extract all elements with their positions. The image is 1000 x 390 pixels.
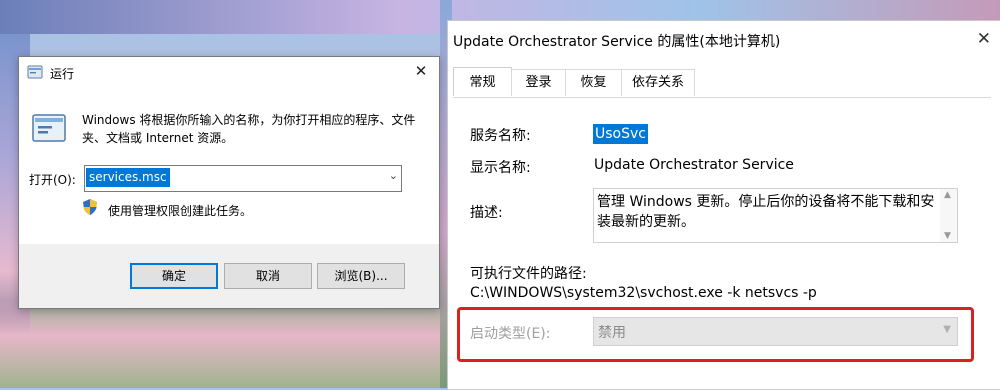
browse-button[interactable]: 浏览(B)...	[317, 263, 405, 289]
properties-title: Update Orchestrator Service 的属性(本地计算机)	[453, 34, 781, 50]
chevron-down-icon[interactable]: ⌄	[389, 169, 398, 182]
display-name-label: 显示名称:	[470, 160, 531, 176]
description-label: 描述:	[470, 205, 503, 221]
scroll-down-icon[interactable]: ▼	[944, 231, 951, 241]
cancel-button[interactable]: 取消	[224, 263, 312, 289]
tab-general[interactable]: 常规	[453, 67, 512, 96]
description-textbox[interactable]: 管理 Windows 更新。停止后你的设备将不能下载和安装最新的更新。 ▲ ▼	[593, 188, 958, 243]
description-value: 管理 Windows 更新。停止后你的设备将不能下载和安装最新的更新。	[597, 194, 935, 230]
uac-shield-icon	[83, 199, 97, 215]
run-description: Windows 将根据你所输入的名称，为你打开相应的程序、文件夹、文档或 Int…	[82, 113, 416, 145]
red-highlight-box	[457, 307, 974, 362]
tab-recovery[interactable]: 恢复	[565, 69, 622, 96]
ok-button[interactable]: 确定	[130, 263, 218, 289]
service-name-label: 服务名称:	[470, 128, 531, 144]
display-name-value[interactable]: Update Orchestrator Service	[594, 157, 794, 173]
scroll-up-icon[interactable]: ▲	[944, 190, 951, 200]
open-label: 打开(O):	[29, 173, 76, 187]
path-value[interactable]: C:\WINDOWS\system32\svchost.exe -k netsv…	[470, 285, 817, 301]
open-combobox[interactable]: services.msc ⌄	[84, 165, 402, 192]
admin-note: 使用管理权限创建此任务。	[108, 204, 253, 218]
run-large-icon	[32, 114, 66, 142]
service-properties-window: Update Orchestrator Service 的属性(本地计算机) ✕…	[447, 20, 1000, 390]
path-label: 可执行文件的路径:	[470, 266, 587, 282]
run-app-icon	[27, 65, 43, 79]
open-input-value[interactable]: services.msc	[86, 168, 170, 187]
tab-dependencies[interactable]: 依存关系	[621, 69, 695, 96]
close-icon[interactable]: ✕	[977, 29, 991, 49]
service-name-value[interactable]: UsoSvc	[593, 124, 648, 144]
close-icon[interactable]: ✕	[411, 62, 431, 80]
run-title: 运行	[50, 67, 75, 81]
description-scrollbar[interactable]: ▲ ▼	[940, 189, 957, 242]
run-dialog: 运行 ✕ Windows 将根据你所输入的名称，为你打开相应的程序、文件夹、文档…	[18, 56, 440, 309]
tab-logon[interactable]: 登录	[511, 69, 566, 96]
run-titlebar: 运行 ✕	[19, 57, 439, 89]
